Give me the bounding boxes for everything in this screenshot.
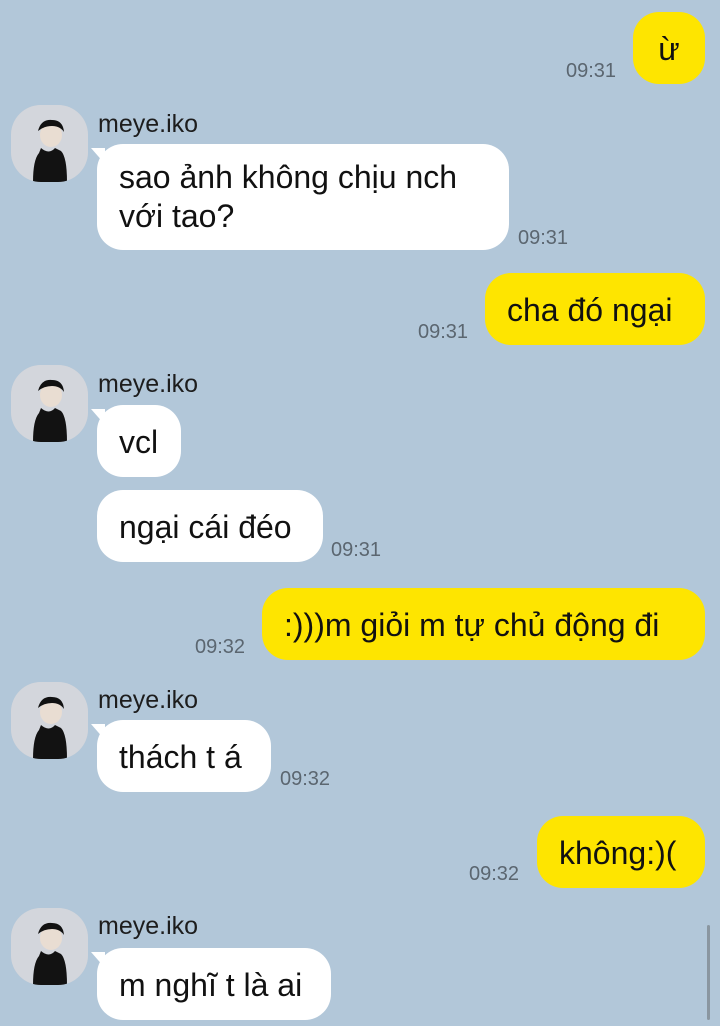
message-time: 09:31 [566,60,617,82]
person-avatar-icon [11,365,88,442]
incoming-message[interactable]: m nghĩ t là ai [97,948,331,1020]
contact-name: meye.iko [98,912,199,940]
message-time: 09:32 [195,636,246,658]
person-avatar-icon [11,105,88,182]
contact-avatar[interactable] [11,682,88,759]
contact-name: meye.iko [98,370,199,398]
person-avatar-icon [11,682,88,759]
contact-avatar[interactable] [11,105,88,182]
contact-avatar[interactable] [11,908,88,985]
incoming-message[interactable]: ngại cái đéo [97,490,323,562]
message-time: 09:31 [418,321,469,343]
outgoing-message[interactable]: ừ [633,12,705,84]
message-time: 09:32 [469,863,520,885]
outgoing-message[interactable]: cha đó ngại [485,273,705,345]
incoming-message[interactable]: vcl [97,405,181,477]
chat-area[interactable]: 09:31 ừ meye.iko sao ảnh không chịu nch … [0,0,720,1026]
message-time: 09:31 [518,227,569,249]
person-avatar-icon [11,908,88,985]
message-time: 09:31 [331,539,382,561]
contact-name: meye.iko [98,110,199,138]
incoming-message[interactable]: sao ảnh không chịu nch với tao? [97,144,509,250]
outgoing-message[interactable]: :)))m giỏi m tự chủ động đi [262,588,705,660]
contact-avatar[interactable] [11,365,88,442]
outgoing-message[interactable]: không:)( [537,816,705,888]
message-time: 09:32 [280,768,331,790]
incoming-message[interactable]: thách t á [97,720,271,792]
contact-name: meye.iko [98,686,199,714]
scrollbar[interactable] [707,925,710,1020]
